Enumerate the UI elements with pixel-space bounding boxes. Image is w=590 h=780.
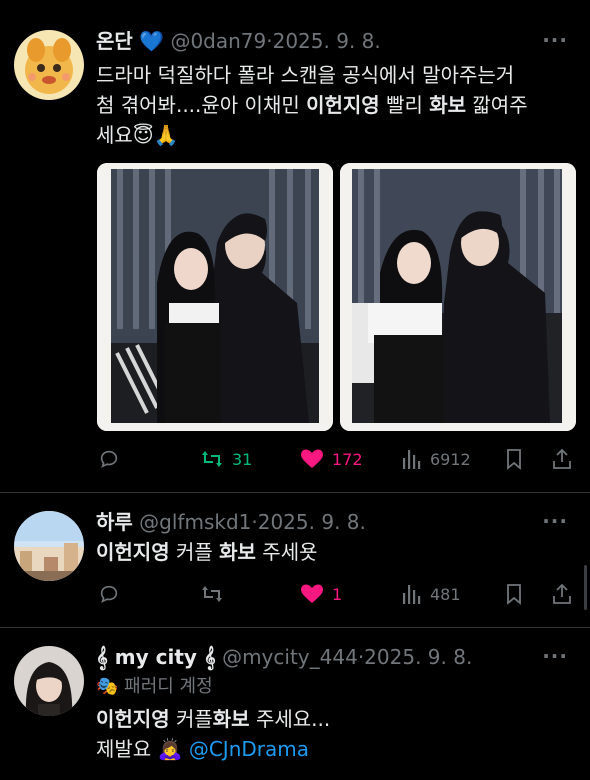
author-name[interactable]: 하루 (96, 510, 133, 534)
avatar[interactable] (14, 30, 84, 100)
tweet-text: 이헌지영 커플 화보 주세욧 (96, 540, 318, 564)
parody-mask-icon: 🎭 (96, 676, 119, 697)
avatar[interactable] (14, 511, 84, 581)
tweet-text-line: 첨 겪어봐....윤아 이채민 이헌지영 빨리 화보 깗여주 (96, 93, 528, 117)
share-button[interactable] (551, 444, 573, 474)
polaroid-photo-2[interactable] (340, 163, 576, 431)
polaroid-photo-1[interactable] (97, 163, 333, 431)
tweet-header: 𝄞 my city 𝄞 @mycity_444·2025. 9. 8. (96, 644, 472, 670)
tweet-text-line: 드라마 덕질하다 폴라 스캔을 공식에서 말아주는거 (96, 63, 515, 87)
tweet-2[interactable]: 하루 @glfmskd1·2025. 9. 8. ··· 이헌지영 커플 화보 … (0, 493, 590, 627)
tweet-actions: 31 172 6912 (96, 444, 576, 474)
author-handle[interactable]: @glfmskd1 (139, 510, 251, 534)
reply-button[interactable] (98, 444, 128, 474)
tweet-text-line: 세요😇🙏 (96, 123, 179, 147)
like-button[interactable]: 1 (300, 579, 342, 609)
heart-icon (301, 584, 323, 603)
share-icon (553, 448, 571, 469)
parody-label: 🎭 패러디 계정 (96, 674, 213, 700)
more-icon[interactable]: ··· (542, 28, 568, 52)
tweet-3[interactable]: 𝄞 my city 𝄞 @mycity_444·2025. 9. 8. ··· … (0, 628, 590, 780)
like-count: 172 (332, 449, 363, 469)
tweet-header: 하루 @glfmskd1·2025. 9. 8. (96, 509, 366, 535)
reply-button[interactable] (98, 579, 120, 609)
parody-label-text: 패러디 계정 (124, 676, 213, 697)
views-count: 6912 (430, 449, 471, 469)
bookmark-button[interactable] (504, 579, 524, 609)
tweet-text: 이헌지영 커플화보 주세요... 제발요 🙇‍♀️ @CJnDrama (96, 704, 576, 764)
bookmark-icon (507, 584, 521, 605)
views-button[interactable]: 6912 (402, 444, 471, 474)
author-handle[interactable]: @0dan79 (170, 29, 266, 53)
avatar[interactable] (14, 646, 84, 716)
views-count: 481 (430, 584, 461, 604)
like-button[interactable]: 172 (300, 444, 363, 474)
reply-icon (100, 450, 118, 468)
views-icon (403, 585, 421, 604)
retweet-icon (202, 586, 222, 602)
share-icon (553, 583, 571, 604)
tweet-1[interactable]: 온단 💙 @0dan79·2025. 9. 8. ··· 드라마 덕질하다 폴라… (0, 0, 590, 492)
author-handle[interactable]: @mycity_444 (222, 645, 358, 669)
bookmark-icon (507, 449, 521, 470)
reply-icon (100, 585, 118, 603)
tweet-header: 온단 💙 @0dan79·2025. 9. 8. (96, 28, 381, 54)
author-name[interactable]: 𝄞 my city 𝄞 (96, 645, 216, 669)
views-button[interactable]: 481 (402, 579, 461, 609)
retweet-button[interactable]: 31 (200, 444, 252, 474)
tweet-text-line: 제발요 🙇‍♀️ @CJnDrama (96, 737, 309, 761)
author-name[interactable]: 온단 (96, 29, 133, 53)
retweet-button[interactable] (200, 579, 232, 609)
like-count: 1 (332, 584, 343, 604)
tweet-actions: 1 481 (96, 579, 576, 609)
tweet-date[interactable]: 2025. 9. 8. (258, 510, 366, 534)
scrollbar[interactable] (584, 565, 587, 610)
tweet-date[interactable]: 2025. 9. 8. (364, 645, 472, 669)
retweet-count: 31 (232, 449, 253, 469)
retweet-icon (202, 451, 222, 467)
tweet-date[interactable]: 2025. 9. 8. (273, 29, 381, 53)
tweet-text: 드라마 덕질하다 폴라 스캔을 공식에서 말아주는거 첨 겪어봐....윤아 이… (96, 60, 576, 150)
more-icon[interactable]: ··· (542, 644, 568, 668)
views-icon (403, 450, 421, 469)
mention-link[interactable]: @CJnDrama (189, 737, 309, 761)
bookmark-button[interactable] (504, 444, 524, 474)
tweet-text-line: 이헌지영 커플화보 주세요... (96, 707, 331, 731)
heart-icon (301, 449, 323, 468)
more-icon[interactable]: ··· (542, 509, 568, 533)
share-button[interactable] (551, 579, 573, 609)
heart-badge-icon: 💙 (139, 29, 165, 53)
